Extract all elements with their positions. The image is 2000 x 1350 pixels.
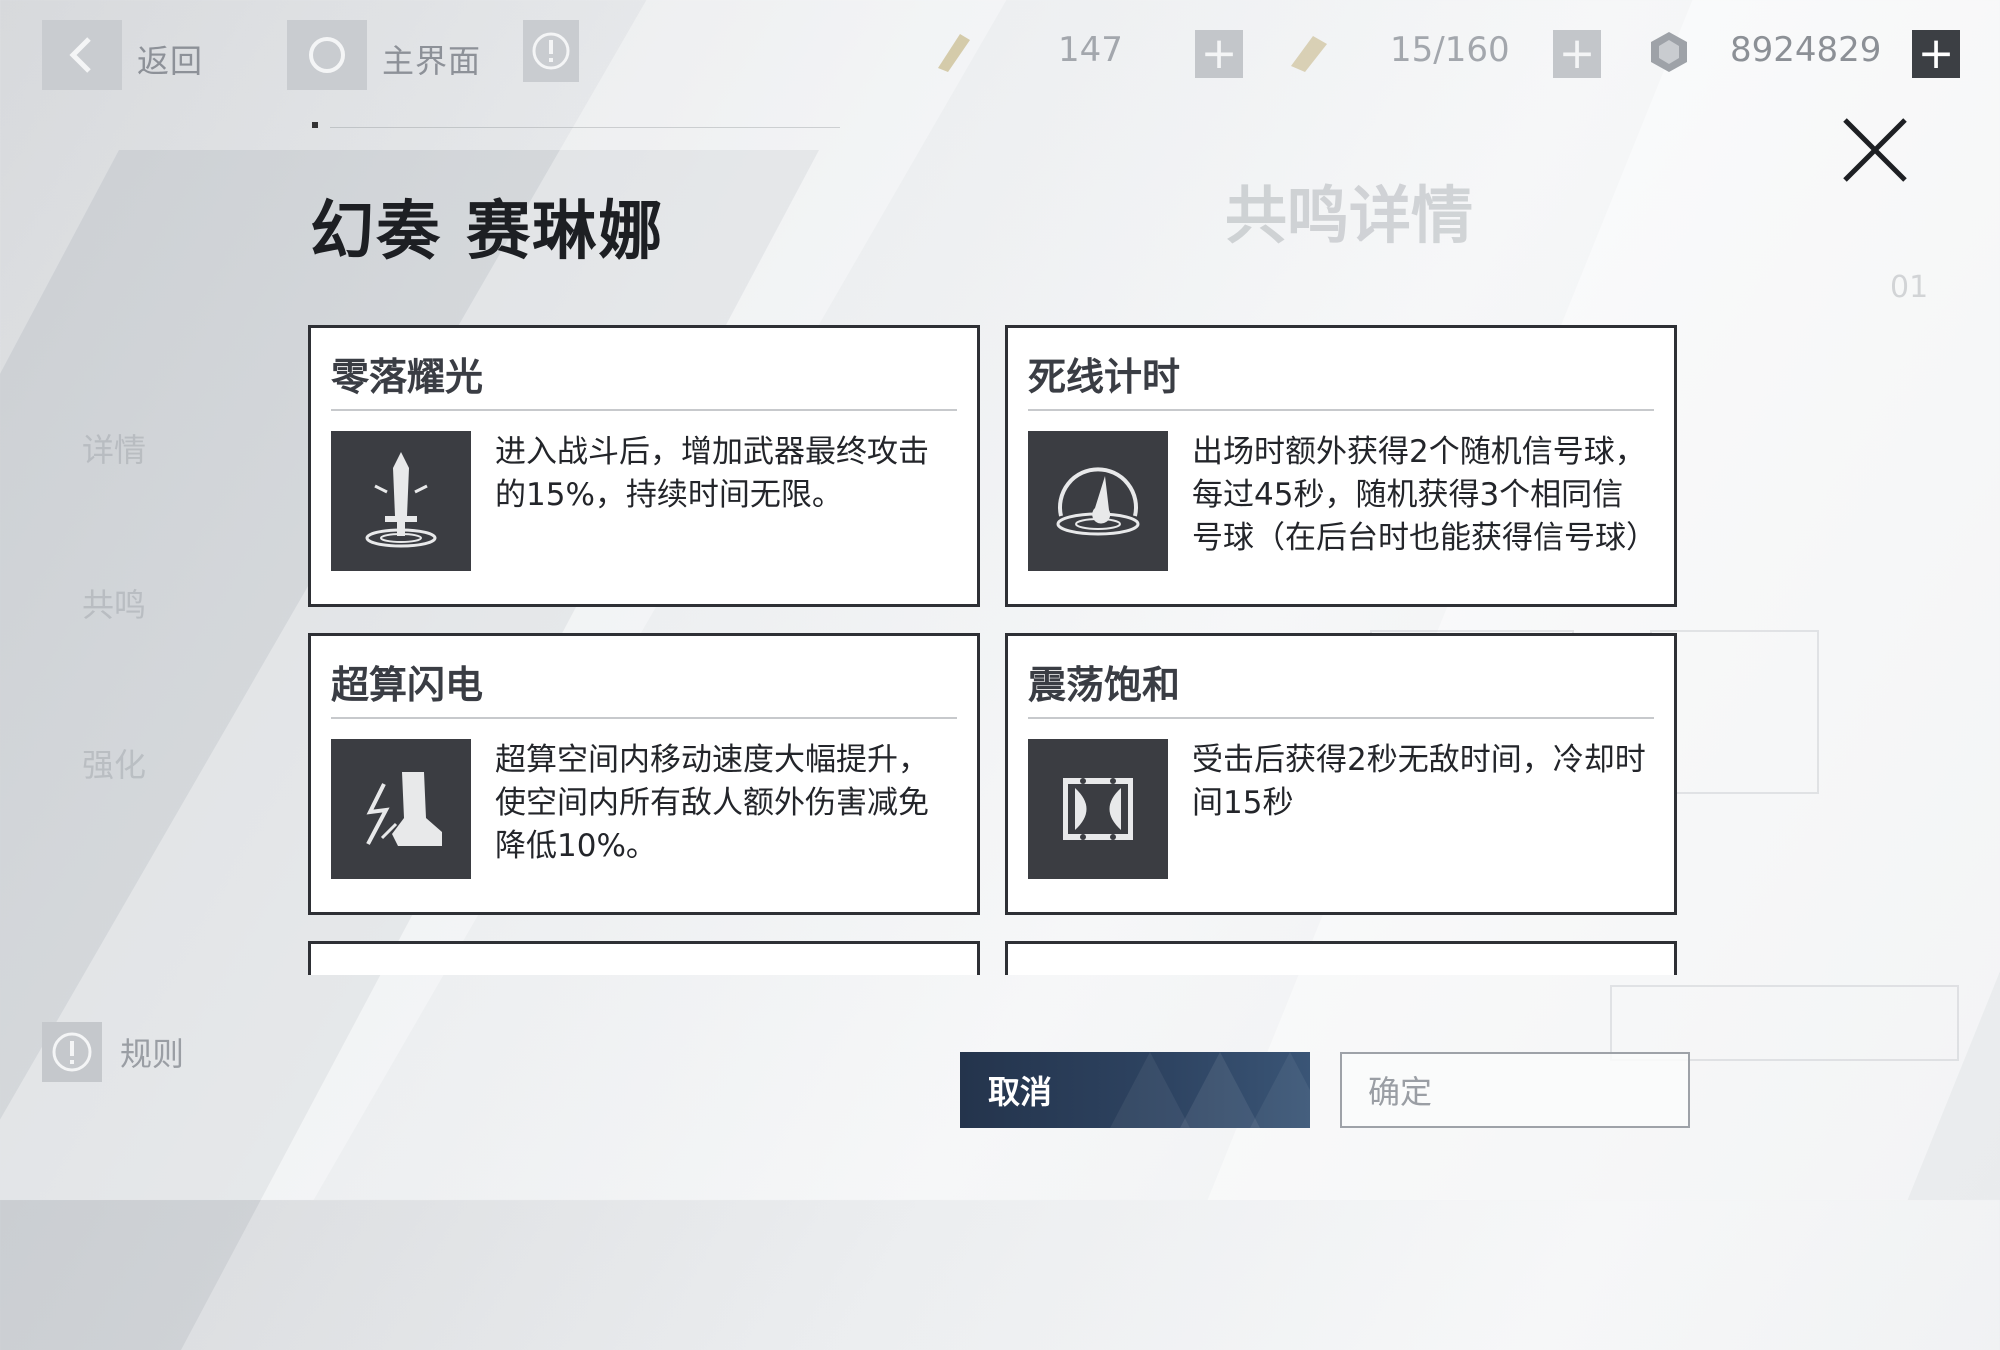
skill-card-title: 死线计时	[1028, 346, 1654, 411]
title-divider	[330, 127, 840, 128]
background-title: 共鸣详情	[1225, 179, 1474, 252]
background-side-item: 共鸣	[82, 586, 147, 624]
skill-card[interactable]: 死线计时 出场时额外获得2个随机信号球，每过45秒，随机获得3个相同信号球（在后…	[1005, 325, 1677, 607]
stamina-icon	[938, 34, 970, 72]
cancel-label: 取消	[988, 1073, 1053, 1111]
button-decoration	[1110, 1052, 1310, 1128]
skill-card-list[interactable]: 零落耀光 进入战斗后，增加武器最终攻击的15%，持续时间无限。 死线计时 出场时…	[305, 322, 1685, 975]
skill-card[interactable]	[1005, 941, 1677, 975]
back-button[interactable]	[42, 20, 122, 90]
add-coin-button[interactable]: +	[1912, 30, 1960, 78]
dialog-title: 幻奏 赛琳娜	[310, 195, 665, 269]
background-button	[1610, 985, 1959, 1061]
skill-card[interactable]	[308, 941, 980, 975]
chevron-left-icon	[69, 37, 91, 73]
skill-card[interactable]: 零落耀光 进入战斗后，增加武器最终攻击的15%，持续时间无限。	[308, 325, 980, 607]
skill-card[interactable]: 超算闪电 超算空间内移动速度大幅提升，使空间内所有敌人额外伤害减免降低10%。	[308, 633, 980, 915]
rules-label: 规则	[120, 1035, 185, 1073]
skill-card-description: 出场时额外获得2个随机信号球，每过45秒，随机获得3个相同信号球（在后台时也能获…	[1192, 434, 1657, 556]
info-button[interactable]	[523, 20, 579, 82]
stamina-value: 147	[1058, 30, 1123, 70]
background-number: 01	[1890, 270, 1929, 305]
skill-card-title: 震荡饱和	[1028, 654, 1654, 719]
info-icon	[42, 1022, 102, 1082]
back-label[interactable]: 返回	[137, 36, 203, 82]
confirm-button[interactable]: 确定	[1340, 1052, 1690, 1128]
home-circle-icon	[309, 37, 345, 73]
coin-icon	[1651, 32, 1687, 72]
title-decoration	[312, 122, 318, 128]
info-icon	[532, 32, 570, 70]
skill-card-description: 受击后获得2秒无敌时间，冷却时间15秒	[1192, 742, 1646, 821]
background-side-item: 强化	[82, 746, 147, 784]
sword-light-icon	[331, 431, 471, 571]
home-button[interactable]	[287, 20, 367, 90]
close-button[interactable]	[1835, 110, 1915, 190]
background-side-item: 详情	[82, 431, 147, 469]
rules-button[interactable]: 规则	[42, 1022, 184, 1082]
skill-card[interactable]: 震荡饱和 受击后获得2秒无敌时间，冷却时间15秒	[1005, 633, 1677, 915]
signal-orb-icon	[1028, 431, 1168, 571]
confirm-label: 确定	[1368, 1073, 1433, 1111]
home-label[interactable]: 主界面	[382, 36, 481, 82]
cancel-button[interactable]: 取消	[960, 1052, 1310, 1128]
skill-card-description: 进入战斗后，增加武器最终攻击的15%，持续时间无限。	[495, 434, 929, 513]
ticket-value: 15/160	[1390, 30, 1510, 70]
skill-card-title: 零落耀光	[331, 346, 957, 411]
coin-value: 8924829	[1730, 30, 1882, 70]
ticket-icon	[1291, 36, 1327, 72]
top-bar: 返回 主界面 147 + 15/160 + 8924829 +	[0, 0, 2000, 110]
add-ticket-button[interactable]: +	[1553, 30, 1601, 78]
hourglass-shield-icon	[1028, 739, 1168, 879]
add-stamina-button[interactable]: +	[1195, 30, 1243, 78]
lightning-boot-icon	[331, 739, 471, 879]
skill-card-description: 超算空间内移动速度大幅提升，使空间内所有敌人额外伤害减免降低10%。	[495, 742, 929, 864]
skill-card-title: 超算闪电	[331, 654, 957, 719]
close-icon	[1843, 118, 1907, 182]
